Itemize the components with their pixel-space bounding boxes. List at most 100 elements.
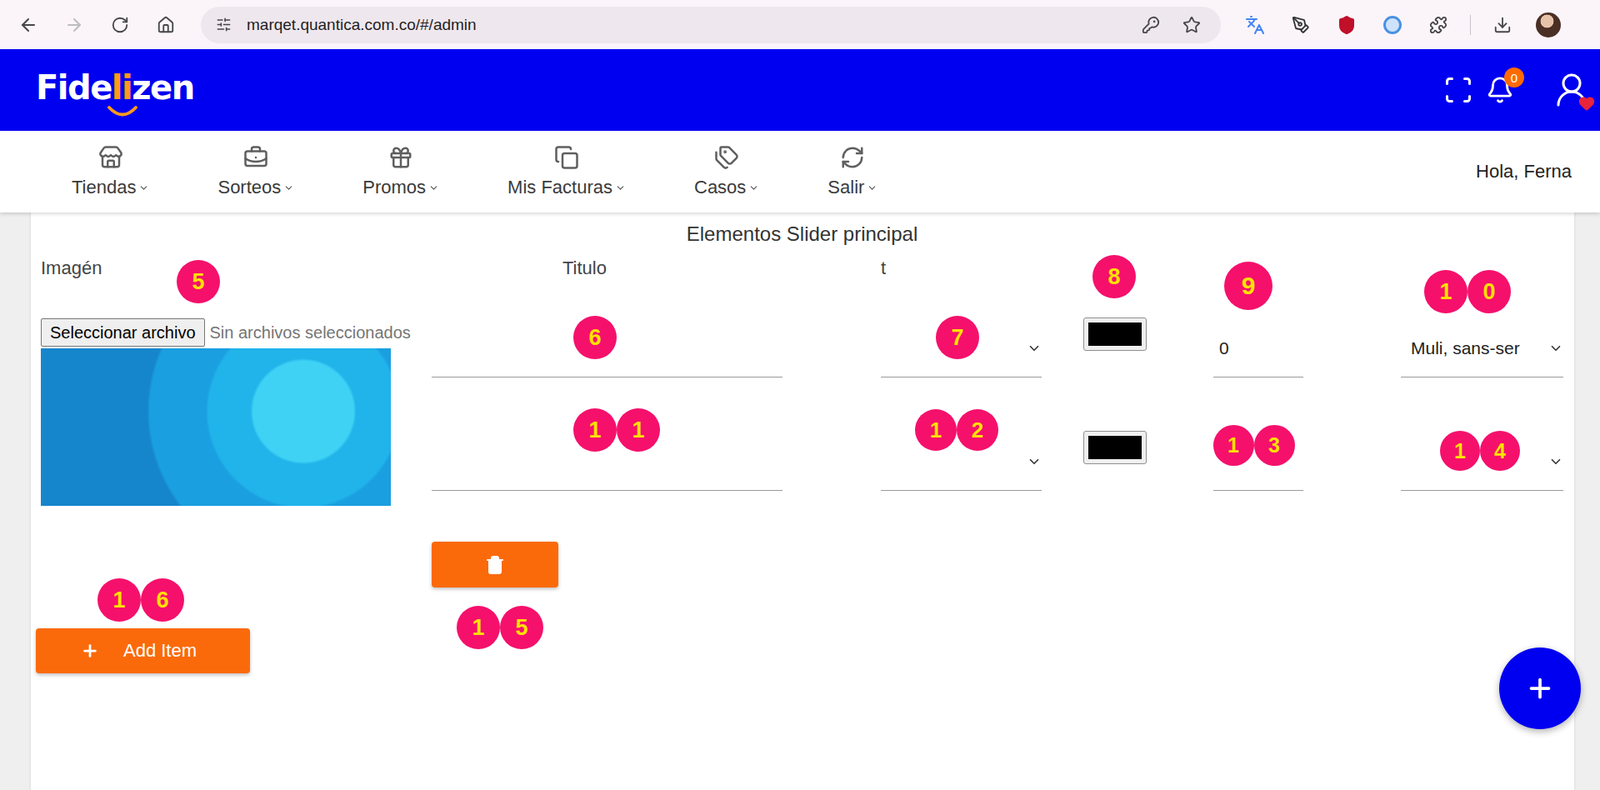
menu-item-label: Mis Facturas (507, 176, 626, 199)
color-picker[interactable] (1083, 430, 1147, 465)
add-item-button[interactable]: Add Item (35, 628, 250, 674)
browser-nav (10, 6, 185, 44)
menu-item-icon (714, 145, 740, 170)
circle-icon (1383, 15, 1402, 35)
annotation-digit: 1 (1440, 430, 1480, 471)
delete-button[interactable] (431, 541, 559, 588)
chevron-down-icon (748, 182, 760, 194)
floating-add-button[interactable] (1499, 647, 1581, 730)
color-cell (1083, 315, 1214, 378)
slider-image (40, 348, 391, 506)
menu-item-icon (98, 145, 124, 170)
menu-item-icon (554, 145, 580, 170)
menu-item-label: Promos (362, 176, 440, 199)
panel-title: Elementos Slider principal (40, 222, 1564, 246)
fullscreen-button[interactable] (1443, 75, 1474, 105)
profile-button[interactable] (1530, 6, 1567, 44)
extensions-button[interactable] (1420, 6, 1457, 44)
menu-item[interactable]: Salir (827, 145, 878, 199)
font-select[interactable]: Muli, sans-ser (1400, 315, 1564, 378)
url-text[interactable]: marqet.quantica.com.co/#/admin (246, 15, 1142, 35)
number-value: 0 (1213, 338, 1304, 359)
color-picker[interactable] (1083, 317, 1147, 351)
header-actions: 0 (1443, 70, 1592, 110)
chevron-down-icon (615, 182, 626, 194)
menu-item-icon (840, 145, 865, 170)
reload-icon (110, 15, 130, 35)
color-cell (1083, 429, 1214, 491)
annotation-digit: 1 (97, 578, 141, 622)
image-column: Seleccionar archivoSin archivos seleccio… (40, 318, 432, 506)
menu-item-label: Sorteos (217, 176, 295, 199)
annotation-marker: 16 (97, 578, 185, 622)
shield-extension[interactable] (1328, 6, 1365, 44)
annotation-marker: 5 (176, 260, 220, 304)
add-item-label: Add Item (123, 640, 197, 662)
menu-item[interactable]: Casos (694, 145, 760, 199)
pen-icon (1291, 15, 1310, 35)
page: marqet.quantica.com.co/#/admin Fidelizen 0… (0, 0, 1600, 790)
plus-icon (80, 641, 100, 660)
file-input[interactable]: Seleccionar archivoSin archivos seleccio… (40, 318, 432, 347)
downloads-button[interactable] (1484, 6, 1521, 44)
plus-icon (1525, 673, 1555, 704)
annotation-digit: 5 (500, 605, 544, 650)
annotation-digit: 8 (1092, 255, 1136, 299)
app-header: Fidelizen 0 (0, 49, 1600, 131)
annotation-digit: 3 (1254, 425, 1295, 466)
menu-item[interactable]: Sorteos (217, 145, 295, 199)
annotation-digit: 4 (1480, 430, 1520, 471)
slider-panel: Elementos Slider principal ImagénTitulot S… (30, 212, 1575, 790)
greeting: Hola, Ferna (1475, 160, 1572, 183)
annotation-digit: 7 (935, 315, 980, 360)
menu-item[interactable]: Mis Facturas (507, 145, 626, 199)
circle-extension[interactable] (1374, 6, 1411, 44)
chevron-down-icon (1026, 340, 1042, 356)
key-icon[interactable] (1141, 15, 1160, 35)
star-icon[interactable] (1182, 15, 1201, 35)
site-info-button[interactable] (210, 12, 236, 38)
chevron-down-icon (138, 182, 150, 194)
menu-item-icon (388, 145, 414, 170)
forward-button[interactable] (55, 6, 93, 44)
annotation-marker: 6 (573, 315, 617, 360)
annotation-digit: 0 (1467, 270, 1511, 314)
menu-item-label: Casos (694, 176, 760, 199)
choose-file-button[interactable]: Seleccionar archivo (40, 318, 205, 347)
menu-item[interactable]: Promos (362, 145, 440, 199)
back-button[interactable] (10, 6, 47, 44)
menu-item-label: Tiendas (71, 176, 150, 199)
annotation-digit: 2 (956, 409, 999, 451)
annotation-digit: 6 (140, 578, 185, 622)
chevron-down-icon (1548, 340, 1564, 356)
number-input[interactable]: 0 (1213, 315, 1304, 378)
annotation-digit: 1 (1213, 425, 1255, 466)
annotation-marker: 10 (1424, 270, 1511, 314)
home-button[interactable] (147, 6, 185, 44)
chevron-down-icon (1548, 454, 1564, 470)
extensions (1236, 6, 1567, 44)
main-menu: Tiendas Sorteos Promos Mis Facturas Casos Sal… (0, 130, 1600, 213)
file-status: Sin archivos seleccionados (210, 323, 411, 343)
back-arrow-icon (18, 15, 39, 35)
translate-icon (1245, 15, 1265, 35)
annotation-digit: 9 (1224, 261, 1273, 310)
reload-button[interactable] (101, 6, 139, 44)
notifications-button[interactable]: 0 (1485, 75, 1515, 105)
pen-extension[interactable] (1282, 6, 1320, 44)
annotation-digit: 1 (616, 408, 660, 452)
annotation-digit: 1 (573, 408, 617, 452)
trash-icon (485, 555, 505, 575)
browser-toolbar: marqet.quantica.com.co/#/admin (0, 0, 1600, 50)
menu-list: Tiendas Sorteos Promos Mis Facturas Casos Sal… (71, 145, 878, 199)
site-settings-icon (215, 16, 232, 33)
translate-extension[interactable] (1236, 6, 1274, 44)
logo[interactable]: Fidelizen (35, 68, 195, 112)
user-button[interactable] (1551, 70, 1592, 110)
notification-count: 0 (1504, 67, 1525, 88)
chevron-down-icon (1026, 454, 1042, 470)
menu-item[interactable]: Tiendas (71, 145, 150, 199)
column-headers: ImagénTitulot (40, 255, 1564, 281)
column-header: t (880, 255, 1084, 281)
address-bar[interactable]: marqet.quantica.com.co/#/admin (200, 6, 1221, 44)
